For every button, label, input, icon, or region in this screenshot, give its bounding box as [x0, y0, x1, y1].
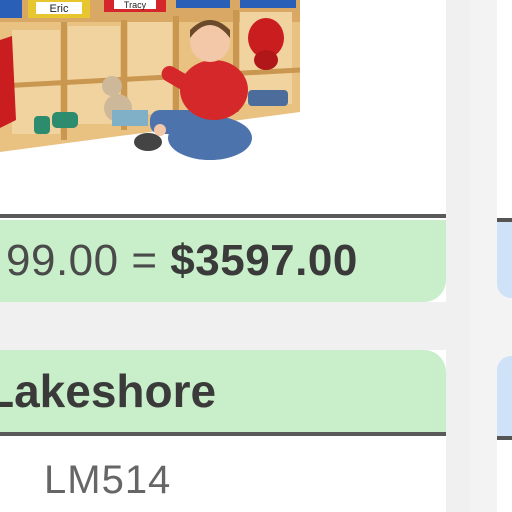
next-card-price-band — [497, 222, 512, 298]
next-card-sku-area — [497, 440, 512, 512]
product-card: Eric Tracy 99.00 = $3597.00 Lakeshore LM… — [0, 0, 446, 512]
cubby-label-eric: Eric — [50, 3, 69, 15]
section-divider — [0, 214, 446, 218]
sku-number: LM514 — [44, 458, 172, 502]
price-band: 99.00 = $3597.00 — [0, 220, 446, 302]
total-price: $3597.00 — [170, 236, 358, 285]
cubby-with-child-image: Eric Tracy — [0, 0, 446, 214]
equals-sign: = — [131, 236, 158, 285]
brand-band: Lakeshore — [0, 350, 446, 432]
next-card-brand-band — [497, 356, 512, 440]
unit-price: 99.00 — [6, 236, 119, 285]
next-card-image-area — [497, 0, 512, 222]
sku-section: LM514 — [0, 436, 446, 512]
price-line: 99.00 = $3597.00 — [6, 236, 358, 286]
card-gap — [0, 302, 446, 350]
brand-name: Lakeshore — [0, 365, 217, 417]
cubby-label-tracy: Tracy — [124, 0, 147, 10]
product-photo: Eric Tracy — [0, 0, 446, 214]
